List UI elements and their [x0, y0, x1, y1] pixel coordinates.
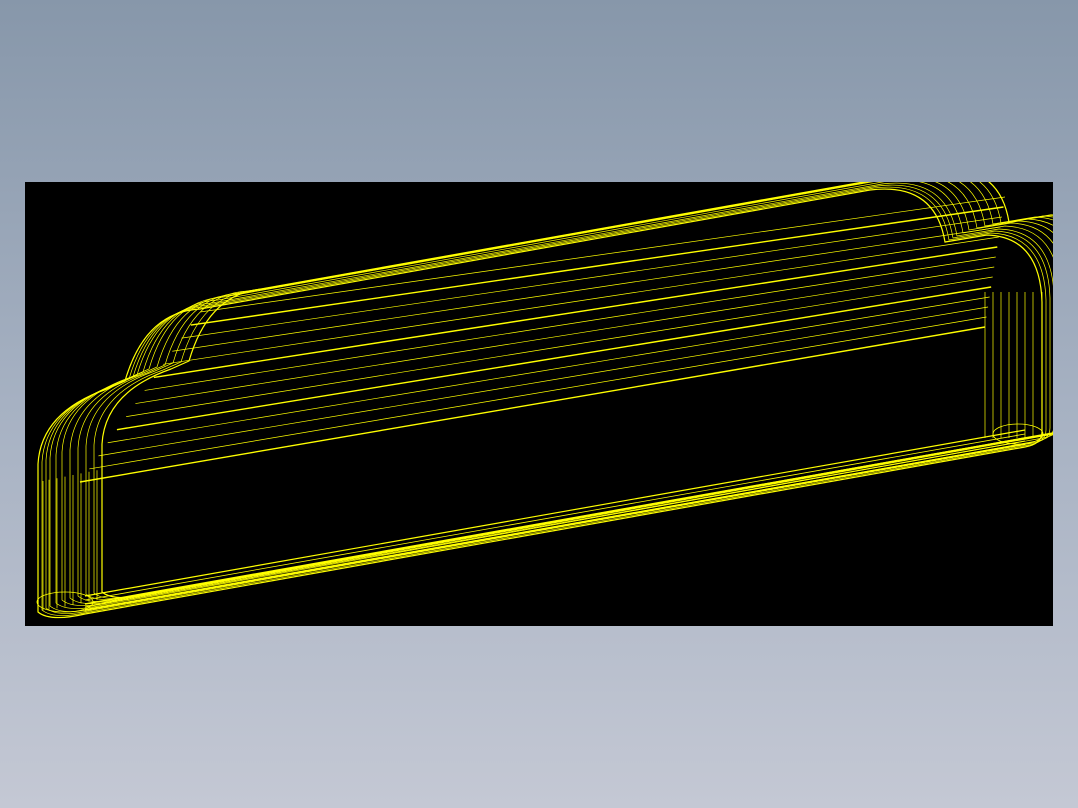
profile-outline [45, 184, 1051, 614]
bottom-edge [84, 433, 1026, 601]
longitudinal-edge [135, 266, 995, 404]
longitudinal-edge [79, 326, 986, 483]
bottom-edge [84, 429, 1026, 597]
longitudinal-edge [107, 296, 990, 444]
back-profile-edges [37, 182, 1053, 619]
longitudinal-edge [144, 256, 996, 391]
profile-outline [41, 186, 1047, 616]
longitudinal-edge [98, 306, 989, 457]
profile-outline [93, 182, 1053, 599]
profile-outline [101, 182, 1053, 599]
longitudinal-edge [190, 206, 1004, 326]
profile-outline [77, 182, 1053, 602]
profile-outline [49, 182, 1053, 612]
longitudinal-edge [163, 236, 999, 365]
longitudinal-edge [116, 286, 992, 431]
bottom-edge [84, 440, 1026, 608]
longitudinal-edge [181, 216, 1002, 339]
cad-viewport[interactable] [25, 182, 1053, 626]
wireframe-model [36, 182, 1053, 619]
bottom-edge [84, 443, 1026, 611]
bottom-edge [84, 437, 1026, 605]
profile-outline [85, 182, 1053, 600]
